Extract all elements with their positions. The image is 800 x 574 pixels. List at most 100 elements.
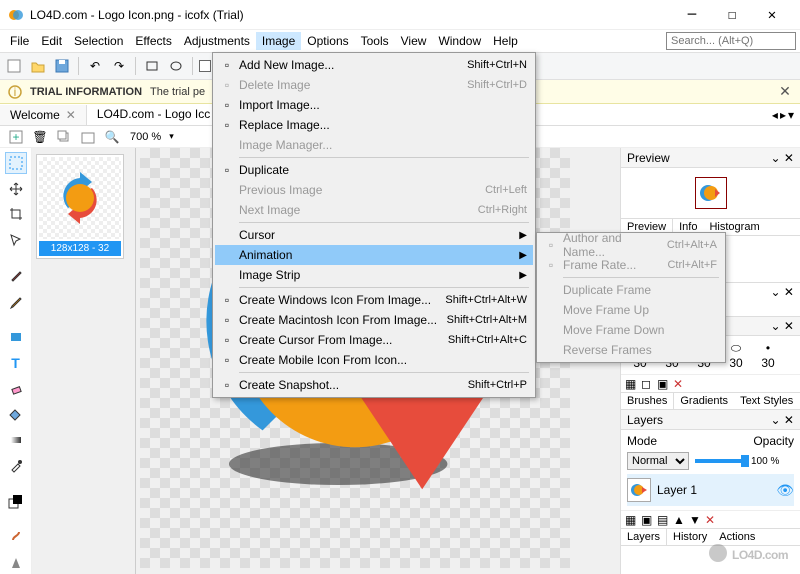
preview-title: Preview (627, 151, 670, 165)
zoom-value[interactable]: 700 % (126, 131, 165, 143)
antialias-checkbox[interactable] (199, 60, 211, 72)
infobar-close-button[interactable]: ✕ (778, 85, 792, 99)
menu-effects[interactable]: Effects (129, 32, 177, 50)
menu-help[interactable]: Help (487, 32, 524, 50)
opacity-label: Opacity (753, 434, 794, 448)
palette-collapse-icon[interactable]: ⌄ ✕ (771, 285, 794, 299)
brush-add-icon[interactable]: ▦ (625, 377, 639, 391)
text-tool[interactable]: T (5, 352, 27, 374)
color-swap-icon[interactable] (5, 491, 27, 513)
brush-tab-gradients[interactable]: Gradients (674, 393, 734, 409)
brush-preset[interactable]: •30 (753, 340, 783, 370)
menu-view[interactable]: View (395, 32, 433, 50)
thumbnail-item[interactable]: 128x128 - 32 (36, 154, 124, 259)
redo-icon[interactable]: ↷ (109, 56, 129, 76)
gradient-tool[interactable] (5, 429, 27, 451)
rectangle-tool[interactable] (5, 326, 27, 348)
menu-item-create-snapshot[interactable]: ▫Create Snapshot...Shift+Ctrl+P (215, 375, 533, 395)
thumbnail-label: 128x128 - 32 (39, 241, 121, 256)
menu-selection[interactable]: Selection (68, 32, 129, 50)
add-image-icon[interactable]: + (6, 127, 26, 147)
close-button[interactable]: ✕ (752, 1, 792, 29)
menu-window[interactable]: Window (432, 32, 487, 50)
eraser-tool[interactable] (5, 378, 27, 400)
search-input[interactable] (666, 32, 796, 50)
delete-image-icon[interactable]: 🗑 (30, 127, 50, 147)
menu-item-duplicate[interactable]: ▫Duplicate (215, 160, 533, 180)
menu-item-delete-image: ▫Delete ImageShift+Ctrl+D (215, 75, 533, 95)
menu-tools[interactable]: Tools (355, 32, 395, 50)
smudge-tool[interactable] (5, 527, 27, 549)
zoom-dropdown-icon[interactable]: ▾ (169, 131, 174, 142)
undo-icon[interactable]: ↶ (85, 56, 105, 76)
layer-del-icon[interactable]: ✕ (705, 513, 719, 527)
sharpen-tool[interactable] (5, 552, 27, 574)
brush-tab-brushes[interactable]: Brushes (621, 393, 674, 409)
new-icon[interactable] (4, 56, 24, 76)
crop-tool[interactable] (5, 204, 27, 226)
layer-new-icon[interactable]: ▦ (625, 513, 639, 527)
tab-dropdown-icon[interactable]: ▾ (788, 108, 794, 122)
menu-item-create-cursor-from-image[interactable]: ▫Create Cursor From Image...Shift+Ctrl+A… (215, 330, 533, 350)
minimize-button[interactable]: ─ (672, 1, 712, 29)
layer-up-icon[interactable]: ▲ (673, 513, 687, 527)
tab-close-icon[interactable]: ✕ (66, 108, 76, 122)
brush-del-icon[interactable]: ✕ (673, 377, 687, 391)
brush-new-icon[interactable]: ◻ (641, 377, 655, 391)
tab-scroll-arrows[interactable]: ◂ ▸ ▾ (772, 108, 800, 122)
duplicate-image-icon[interactable] (54, 127, 74, 147)
maximize-button[interactable]: ☐ (712, 1, 752, 29)
menu-item-create-windows-icon-from-image[interactable]: ▫Create Windows Icon From Image...Shift+… (215, 290, 533, 310)
snap-icon: ▫ (219, 377, 235, 393)
brush-dup-icon[interactable]: ▣ (657, 377, 671, 391)
layers-body: Mode Opacity Normal 100 % Layer 1 👁 (621, 430, 800, 510)
menu-file[interactable]: File (4, 32, 35, 50)
layers-tab-layers[interactable]: Layers (621, 529, 667, 545)
rect-select-tool[interactable] (5, 152, 27, 174)
export-image-icon[interactable] (78, 127, 98, 147)
fill-tool[interactable] (5, 404, 27, 426)
tab-welcome[interactable]: Welcome✕ (0, 105, 87, 125)
menu-item-animation[interactable]: Animation▶ (215, 245, 533, 265)
layers-collapse-icon[interactable]: ⌄ ✕ (771, 413, 794, 427)
layers-tab-history[interactable]: History (667, 529, 713, 545)
submenu-item-move-frame-down: Move Frame Down (539, 320, 723, 340)
menu-image[interactable]: Image (256, 32, 301, 50)
menu-options[interactable]: Options (301, 32, 354, 50)
panel-collapse-icon[interactable]: ⌄ ✕ (771, 151, 794, 165)
layer-visibility-icon[interactable]: 👁 (776, 482, 794, 499)
layer-down-icon[interactable]: ▼ (689, 513, 703, 527)
zoom-icon[interactable]: 🔍 (102, 127, 122, 147)
open-icon[interactable] (28, 56, 48, 76)
rect-shape-icon[interactable] (142, 56, 162, 76)
brush-tab-text-styles[interactable]: Text Styles (734, 393, 799, 409)
menu-item-image-strip[interactable]: Image Strip▶ (215, 265, 533, 285)
win-icon: ▫ (219, 292, 235, 308)
pointer-tool[interactable] (5, 229, 27, 251)
circle-shape-icon[interactable] (166, 56, 186, 76)
eyedropper-tool[interactable] (5, 455, 27, 477)
menu-item-create-macintosh-icon-from-image[interactable]: ▫Create Macintosh Icon From Image...Shif… (215, 310, 533, 330)
move-tool[interactable] (5, 178, 27, 200)
menu-item-create-mobile-icon-from-icon[interactable]: ▫Create Mobile Icon From Icon... (215, 350, 533, 370)
blend-mode-select[interactable]: Normal (627, 452, 689, 470)
layer-dup-icon[interactable]: ▣ (641, 513, 655, 527)
tab-right-arrow-icon[interactable]: ▸ (780, 108, 786, 122)
save-icon[interactable] (52, 56, 72, 76)
menu-adjustments[interactable]: Adjustments (178, 32, 256, 50)
opacity-slider[interactable] (695, 459, 745, 463)
brush-tool[interactable] (5, 265, 27, 287)
layer-group-icon[interactable]: ▤ (657, 513, 671, 527)
brush-collapse-icon[interactable]: ⌄ ✕ (771, 319, 794, 333)
menu-item-cursor[interactable]: Cursor▶ (215, 225, 533, 245)
menu-item-add-new-image[interactable]: ▫Add New Image...Shift+Ctrl+N (215, 55, 533, 75)
tab-left-arrow-icon[interactable]: ◂ (772, 108, 778, 122)
menu-item-import-image[interactable]: ▫Import Image... (215, 95, 533, 115)
import-icon: ▫ (219, 97, 235, 113)
menu-edit[interactable]: Edit (35, 32, 68, 50)
layer-row[interactable]: Layer 1 👁 (627, 474, 794, 506)
layers-toolbar: ▦ ▣ ▤ ▲ ▼ ✕ (621, 510, 800, 528)
pencil-tool[interactable] (5, 291, 27, 313)
trial-label: TRIAL INFORMATION (30, 86, 142, 98)
menu-item-replace-image[interactable]: ▫Replace Image... (215, 115, 533, 135)
